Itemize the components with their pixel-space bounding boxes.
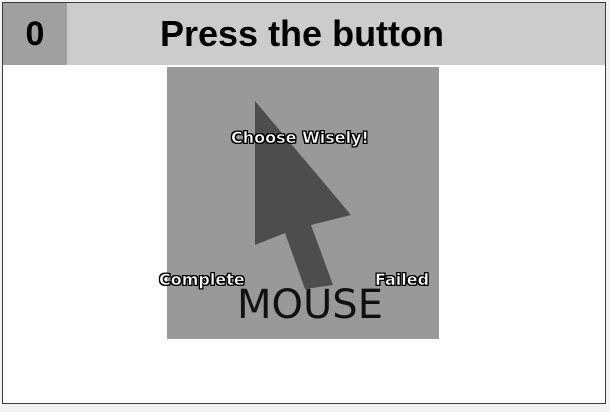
task-title: Press the button [159, 13, 445, 54]
device-label: MOUSE [237, 282, 383, 328]
game-area: Choose Wisely! Complete Failed MOUSE [159, 67, 439, 339]
score-counter: 0 [3, 3, 67, 65]
task-frame: 0 Press the button Choose Wisely! Comple… [2, 2, 606, 404]
header-bar: 0 Press the button [3, 3, 605, 65]
prompt-text: Choose Wisely! [231, 128, 369, 147]
